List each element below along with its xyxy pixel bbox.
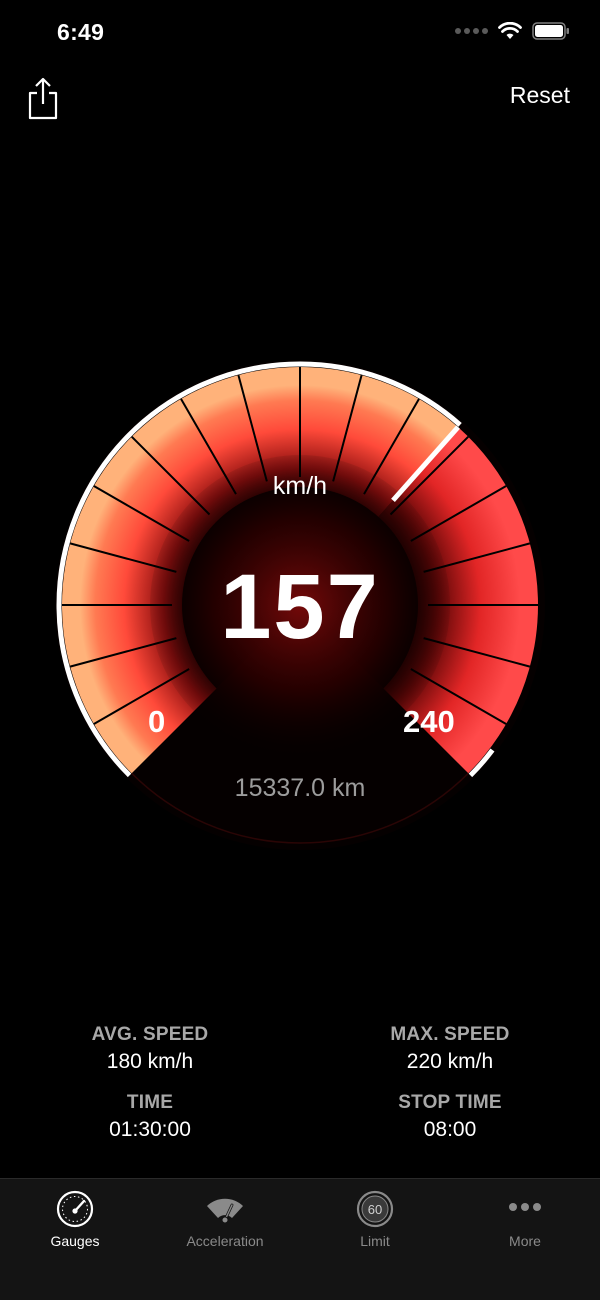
status-time: 6:49 <box>57 19 105 45</box>
stop-time-label: STOP TIME <box>398 1092 502 1113</box>
speed-unit-label: km/h <box>272 472 328 500</box>
share-icon <box>28 77 58 120</box>
status-icons <box>454 22 570 40</box>
tab-more-label: More <box>509 1233 541 1249</box>
speedometer-icon <box>56 1190 94 1228</box>
time-stat: TIME 01:30:00 <box>40 1092 260 1142</box>
wifi-icon <box>498 22 522 39</box>
tab-bar: Gauges Acceleration 60 Limit More <box>0 1178 600 1300</box>
gauge-min-label: 0 <box>148 704 166 739</box>
share-button[interactable] <box>26 76 60 120</box>
max-speed-value: 220 km/h <box>406 1050 494 1073</box>
odometer-value: 15337.0 km <box>234 774 366 802</box>
time-label: TIME <box>126 1092 174 1113</box>
speed-limit-icon: 60 <box>356 1190 394 1228</box>
reset-button[interactable]: Reset <box>510 82 570 109</box>
battery-icon <box>532 22 569 40</box>
tab-acceleration-label: Acceleration <box>186 1233 264 1249</box>
tab-acceleration[interactable]: Acceleration <box>150 1179 300 1263</box>
stop-time-value: 08:00 <box>423 1118 477 1141</box>
more-dots-icon <box>509 1203 541 1211</box>
top-bar: Reset <box>0 72 600 124</box>
tab-limit[interactable]: 60 Limit <box>300 1179 450 1263</box>
avg-speed-label: AVG. SPEED <box>91 1024 209 1045</box>
current-speed-value: 157 <box>220 556 380 658</box>
stop-time-stat: STOP TIME 08:00 <box>340 1092 560 1142</box>
gauge-max-label: 240 <box>403 704 455 739</box>
tab-limit-label: Limit <box>360 1233 390 1249</box>
tab-more[interactable]: More <box>450 1179 600 1263</box>
speed-limit-icon-text: 60 <box>368 1202 382 1217</box>
time-value: 01:30:00 <box>109 1118 191 1141</box>
status-bar: 6:49 <box>0 0 600 70</box>
tab-gauges[interactable]: Gauges <box>0 1179 150 1263</box>
max-speed-stat: MAX. SPEED 220 km/h <box>340 1024 560 1074</box>
tab-gauges-label: Gauges <box>50 1233 100 1249</box>
avg-speed-stat: AVG. SPEED 180 km/h <box>40 1024 260 1074</box>
max-speed-label: MAX. SPEED <box>390 1024 510 1045</box>
signal-dots-icon <box>455 28 488 34</box>
acceleration-gauge-icon <box>207 1198 243 1224</box>
trip-stats: AVG. SPEED 180 km/h MAX. SPEED 220 km/h … <box>0 1024 600 1154</box>
avg-speed-value: 180 km/h <box>106 1050 194 1073</box>
